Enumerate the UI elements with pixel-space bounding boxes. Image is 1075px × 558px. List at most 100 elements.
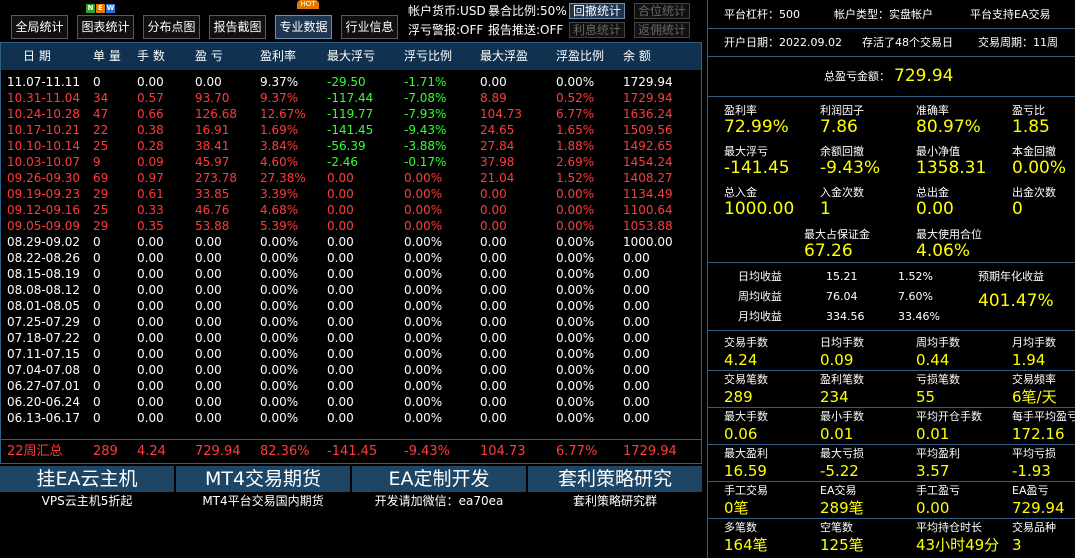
table-cell: -2.46: [327, 155, 359, 169]
metric-value: 289: [724, 388, 753, 406]
table-row[interactable]: 06.13-06.17 0 0.00 0.00 0.00% 0.00 0.00% 0.00 0.…: [1, 410, 701, 426]
table-cell: 1454.24: [623, 155, 673, 169]
drawdown-stats-button[interactable]: 回撤统计: [569, 3, 625, 19]
divider: [708, 481, 1075, 482]
table-cell: 0.00: [195, 395, 222, 409]
table-row[interactable]: 08.22-08.26 0 0.00 0.00 0.00% 0.00 0.00% 0.00 0.…: [1, 250, 701, 266]
table-cell: 0.00%: [260, 315, 299, 329]
table-cell: 0.61: [137, 187, 164, 201]
table-cell: 0.00: [623, 347, 650, 361]
table-cell: 69: [93, 171, 109, 185]
rebate-stats-button[interactable]: 返佣统计: [634, 22, 690, 38]
table-cell: 29: [93, 219, 109, 233]
table-cell: 4.60%: [260, 155, 299, 169]
column-header[interactable]: 浮亏比例: [404, 48, 452, 64]
table-cell: 0.00: [327, 171, 354, 185]
table-cell: 0: [93, 347, 101, 361]
pro-data-button[interactable]: 专业数据: [275, 15, 332, 39]
table-cell: 0.00%: [556, 203, 595, 217]
table-row[interactable]: 10.17-10.21 22 0.38 16.91 1.69% -141.45 -9.43%…: [1, 122, 701, 138]
table-row[interactable]: 08.01-08.05 0 0.00 0.00 0.00% 0.00 0.00% 0.00 0.…: [1, 298, 701, 314]
metric-value: 729.94: [1012, 499, 1065, 517]
table-row[interactable]: 10.24-10.28 47 0.66 126.68 12.67% -119.77 -7.9…: [1, 106, 701, 122]
column-header[interactable]: 余 额: [623, 48, 651, 64]
table-cell: 6.77%: [556, 107, 595, 121]
platform-ea-support: 平台支持EA交易: [970, 8, 1051, 21]
table-row[interactable]: 07.25-07.29 0 0.00 0.00 0.00% 0.00 0.00% 0.00 0.…: [1, 314, 701, 330]
table-cell: 0.00: [327, 283, 354, 297]
table-cell: 3.84%: [260, 139, 299, 153]
metric-label: 平均亏损: [1012, 447, 1056, 460]
column-header[interactable]: 盈利率: [260, 48, 296, 64]
table-row[interactable]: 10.03-10.07 9 0.09 45.97 4.60% -2.46 -0.17% 37.…: [1, 154, 701, 170]
column-header[interactable]: 日 期: [23, 48, 51, 64]
table-cell: 07.18-07.22: [7, 331, 81, 345]
metric-value: 72.99%: [724, 117, 789, 137]
column-header[interactable]: 最大浮盈: [480, 48, 528, 64]
metric-label: 余额回撤: [820, 145, 864, 158]
table-cell: 93.70: [195, 91, 230, 105]
industry-info-button[interactable]: 行业信息: [341, 15, 398, 39]
table-cell: 11.07-11.11: [7, 75, 81, 89]
column-header[interactable]: 单 量: [93, 48, 121, 64]
global-stats-button[interactable]: 全局统计: [11, 15, 68, 39]
table-cell: 0.00: [327, 315, 354, 329]
column-header[interactable]: 手 数: [137, 48, 165, 64]
table-row[interactable]: 08.15-08.19 0 0.00 0.00 0.00% 0.00 0.00% 0.00 0.…: [1, 266, 701, 282]
metric-value: 3.57: [916, 462, 950, 480]
table-header: 日 期 单 量手 数 盈 亏 盈利率 最大浮亏 浮亏比例 最大浮盈 浮盈比例 余 额: [1, 43, 701, 70]
column-header[interactable]: 最大浮亏: [327, 48, 375, 64]
metric-value: -1.93: [1012, 462, 1051, 480]
ad-arbitrage[interactable]: 套利策略研究 套利策略研究群: [528, 466, 702, 512]
table-cell: 1729.94: [623, 75, 673, 89]
table-row[interactable]: 08.29-09.02 0 0.00 0.00 0.00% 0.00 0.00% 0.00 0.…: [1, 234, 701, 250]
metric-label: 最小净值: [916, 145, 960, 158]
position-stats-button[interactable]: 合位统计: [634, 3, 690, 19]
report-screenshot-button[interactable]: 报告截图: [209, 15, 266, 39]
table-cell: 0.00%: [556, 187, 595, 201]
metric-value: 1.94: [1012, 351, 1046, 369]
metric-label: EA盈亏: [1012, 484, 1049, 497]
table-row[interactable]: 09.19-09.23 29 0.61 33.85 3.39% 0.00 0.00% 0.00…: [1, 186, 701, 202]
table-row[interactable]: 06.27-07.01 0 0.00 0.00 0.00% 0.00 0.00% 0.00 0.…: [1, 378, 701, 394]
metric-value: 16.59: [724, 462, 767, 480]
table-row[interactable]: 10.31-11.04 34 0.57 93.70 9.37% -117.44 -7.08%…: [1, 90, 701, 106]
table-row[interactable]: 08.08-08.12 0 0.00 0.00 0.00% 0.00 0.00% 0.00 0.…: [1, 282, 701, 298]
return-amount: 15.21: [826, 270, 858, 283]
summary-cell: 6.77%: [556, 444, 598, 459]
column-header[interactable]: 浮盈比例: [556, 48, 604, 64]
table-row[interactable]: 11.07-11.11 0 0.00 0.00 9.37% -29.50 -1.71% 0.0…: [1, 74, 701, 90]
ad-ea-custom[interactable]: EA定制开发 开发请加微信：ea70ea: [352, 466, 526, 512]
table-cell: 21.04: [480, 171, 515, 185]
table-row[interactable]: 09.26-09.30 69 0.97 273.78 27.38% 0.00 0.00% 21…: [1, 170, 701, 186]
table-cell: 0.00: [327, 187, 354, 201]
ad-title: MT4交易期货: [176, 466, 350, 492]
table-cell: 0.00: [137, 363, 164, 377]
table-cell: 0: [93, 379, 101, 393]
table-cell: 08.08-08.12: [7, 283, 81, 297]
chart-stats-button[interactable]: 图表统计: [77, 15, 134, 39]
table-cell: 12.67%: [260, 107, 306, 121]
table-row[interactable]: 07.04-07.08 0 0.00 0.00 0.00% 0.00 0.00% 0.00 0.…: [1, 362, 701, 378]
ad-vps[interactable]: 挂EA云主机 VPS云主机5折起: [0, 466, 174, 512]
table-row[interactable]: 10.10-10.14 25 0.28 38.41 3.84% -56.39 -3.88% 2…: [1, 138, 701, 154]
table-row[interactable]: 07.11-07.15 0 0.00 0.00 0.00% 0.00 0.00% 0.00 0.…: [1, 346, 701, 362]
distribution-chart-button[interactable]: 分布点图: [143, 15, 200, 39]
table-cell: 0.00: [623, 299, 650, 313]
table-cell: 104.73: [480, 107, 522, 121]
ad-futures[interactable]: MT4交易期货 MT4平台交易国内期货: [176, 466, 350, 512]
table-cell: 0.00: [623, 283, 650, 297]
table-cell: 0.00: [137, 75, 164, 89]
table-cell: 8.89: [480, 91, 507, 105]
total-pnl-label: 总盈亏金额：: [824, 70, 890, 83]
table-row[interactable]: 06.20-06.24 0 0.00 0.00 0.00% 0.00 0.00% 0.00 0.…: [1, 394, 701, 410]
table-row[interactable]: 09.12-09.16 25 0.33 46.76 4.68% 0.00 0.00% 0.00…: [1, 202, 701, 218]
table-row[interactable]: 07.18-07.22 0 0.00 0.00 0.00% 0.00 0.00% 0.00 0.…: [1, 330, 701, 346]
table-row[interactable]: 09.05-09.09 29 0.35 53.88 5.39% 0.00 0.00% 0.00…: [1, 218, 701, 234]
table-cell: 0.00: [480, 363, 507, 377]
column-header[interactable]: 盈 亏: [195, 48, 223, 64]
table-cell: 06.13-06.17: [7, 411, 81, 425]
interest-stats-button[interactable]: 利息统计: [569, 22, 625, 38]
table-cell: 0.00%: [556, 267, 595, 281]
table-cell: 0.00: [195, 235, 222, 249]
